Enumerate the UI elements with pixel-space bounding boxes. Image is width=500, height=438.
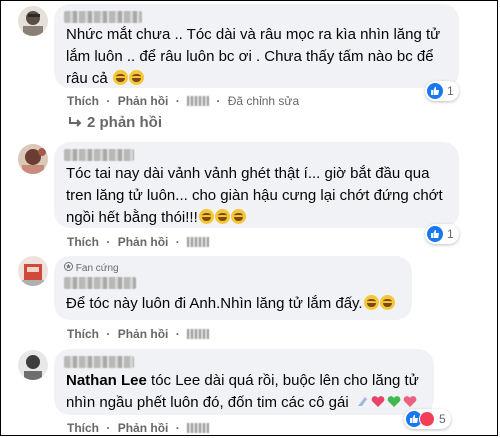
timestamp-blurred[interactable]: [187, 329, 210, 339]
commenter-avatar[interactable]: [18, 144, 48, 174]
timestamp-blurred[interactable]: [187, 423, 210, 433]
comment-author-blurred[interactable]: [64, 356, 134, 368]
heart-icon: [419, 411, 435, 427]
comment-author-blurred[interactable]: [64, 277, 136, 289]
fan-badge: Fan cứng: [64, 262, 119, 274]
comment-bubble: Tóc tai nay dài vảnh vảnh ghét thật í...…: [54, 142, 459, 228]
reply-button[interactable]: Phản hồi: [118, 421, 169, 435]
like-button[interactable]: Thích: [67, 421, 99, 435]
grin-emoji-icon: [112, 70, 128, 85]
like-button[interactable]: Thích: [67, 235, 99, 249]
reaction-summary[interactable]: 1: [425, 81, 459, 101]
grin-emoji-icon: [198, 209, 214, 224]
comment-author-blurred[interactable]: [64, 11, 142, 23]
reply-button[interactable]: Phản hồi: [118, 327, 169, 341]
grin-emoji-icon: [230, 209, 246, 224]
reply-button[interactable]: Phản hồi: [118, 235, 169, 249]
commenter-avatar[interactable]: [18, 256, 48, 286]
star-badge-icon: [64, 262, 73, 271]
reply-button[interactable]: Phản hồi: [118, 94, 169, 108]
comment-text: Để tóc này luôn đi Anh.Nhìn lăng tử lắm …: [66, 293, 395, 315]
comment-author-blurred[interactable]: [64, 149, 134, 161]
comment-actions: Thích · Phản hồi · · Đã chỉnh sửa: [67, 94, 300, 108]
like-icon: [427, 226, 443, 242]
comment-text: Tóc tai nay dài vảnh vảnh ghét thật í...…: [66, 165, 443, 226]
comment-actions: Thích · Phản hồi ·: [67, 421, 213, 435]
grin-emoji-icon: [214, 209, 230, 224]
reaction-summary[interactable]: 5: [404, 409, 451, 429]
commenter-avatar[interactable]: [18, 6, 48, 36]
comment-text: Nhức mắt chưa .. Tóc dài và râu mọc ra k…: [66, 26, 441, 87]
heart-icon: [357, 396, 417, 407]
reply-arrow-icon: [69, 117, 82, 127]
edited-label: Đã chỉnh sửa: [227, 94, 300, 108]
like-button[interactable]: Thích: [67, 94, 99, 108]
mention-link[interactable]: Nathan Lee: [66, 372, 147, 389]
view-replies-link[interactable]: 2 phản hồi: [68, 114, 162, 131]
reaction-summary[interactable]: 1: [425, 224, 459, 244]
comment-bubble: Nhức mắt chưa .. Tóc dài và râu mọc ra k…: [54, 4, 459, 88]
timestamp-blurred[interactable]: [187, 237, 210, 247]
comment-bubble: Nathan Lee tóc Lee dài quá rồi, buộc lên…: [54, 349, 434, 415]
commenter-avatar[interactable]: [18, 350, 48, 380]
smile-emoji-icon: [379, 295, 395, 310]
smile-emoji-icon: [363, 295, 379, 310]
timestamp-blurred[interactable]: [187, 96, 210, 106]
comment-actions: Thích · Phản hồi ·: [67, 327, 213, 341]
comment-text: Nathan Lee tóc Lee dài quá rồi, buộc lên…: [66, 372, 419, 411]
like-icon: [427, 83, 443, 99]
like-button[interactable]: Thích: [67, 327, 99, 341]
grin-emoji-icon: [128, 70, 144, 85]
comment-bubble: Fan cứng Để tóc này luôn đi Anh.Nhìn lăn…: [54, 256, 412, 320]
comment-actions: Thích · Phản hồi ·: [67, 235, 213, 249]
